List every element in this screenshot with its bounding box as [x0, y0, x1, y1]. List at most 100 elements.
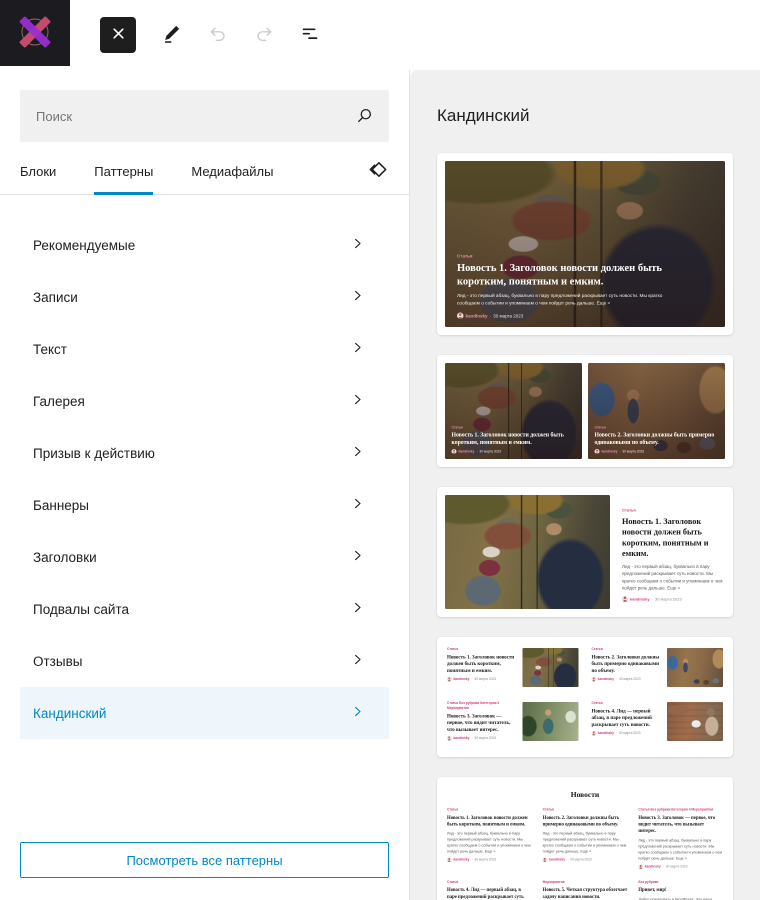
pattern-card-news-grid-images[interactable]: Статья Новость 1. Заголовок новости долж…: [437, 637, 733, 757]
site-logo-button[interactable]: [0, 0, 70, 66]
inserter-tabs: Блоки Паттерны Медиафайлы: [0, 148, 409, 195]
redo-icon: [253, 23, 275, 48]
sidebar-item-call-to-action[interactable]: Призыв к действию: [20, 427, 389, 479]
post-title: Новость 3. Заголовок — первое, что видит…: [447, 713, 517, 733]
post-byline: kandinsky 30 марта 2023: [595, 449, 721, 454]
list-view-icon: [299, 23, 321, 48]
sidebar-item-footers[interactable]: Подвалы сайта: [20, 583, 389, 635]
author-name: kandinsky: [645, 865, 661, 869]
sidebar-item-banners[interactable]: Баннеры: [20, 479, 389, 531]
undo-button[interactable]: [198, 15, 238, 55]
view-all-patterns-button[interactable]: Посмотреть все паттерны: [20, 842, 389, 878]
tab-patterns[interactable]: Паттерны: [94, 148, 153, 194]
pencil-icon: [161, 23, 183, 48]
openverse-icon: [366, 158, 389, 184]
news-item: Без рубрики Привет, мир! Добро пожаловат…: [638, 880, 723, 900]
news-item: Статья Без рубрики Категория 4 Мероприят…: [447, 701, 579, 747]
post-category: Статья Без рубрики Категория 4 Мероприят…: [638, 808, 723, 813]
post-category: Без рубрики: [638, 880, 723, 885]
redo-button[interactable]: [244, 15, 284, 55]
list-view-button[interactable]: [290, 15, 330, 55]
news-section-heading: Новости: [447, 791, 723, 800]
chevron-right-icon: [350, 236, 365, 254]
post-lead: Лид - это первый абзац, буквально в пару…: [638, 838, 723, 862]
tab-openverse[interactable]: [366, 148, 389, 194]
kandinsky-logo-icon: [9, 7, 61, 60]
post-date: 30 марта 2023: [663, 865, 688, 869]
close-inserter-button[interactable]: [100, 17, 136, 53]
post-title: Новость 3. Заголовок — первое, что видит…: [638, 815, 723, 835]
sidebar-item-gallery[interactable]: Галерея: [20, 375, 389, 427]
news-item: Статья Новость 4. Лид — первый абзац, в …: [592, 701, 724, 747]
sidebar-item-kandinsky[interactable]: Кандинский: [20, 687, 389, 739]
office-presentation-photo: Статья Новость 2. Заголовки должны быть …: [588, 363, 725, 459]
pattern-card-two-heroes[interactable]: Статья Новость 1. Заголовок новости долж…: [437, 355, 733, 467]
pattern-card-hero-large[interactable]: Статья Новость 1. Заголовок новости долж…: [437, 153, 733, 335]
search-input[interactable]: [20, 90, 389, 142]
sidebar-item-headers[interactable]: Заголовки: [20, 531, 389, 583]
author-avatar: [622, 597, 628, 603]
post-date: 30 марта 2023: [567, 859, 592, 863]
category-label: Галерея: [33, 394, 85, 409]
author-name: kandinsky: [454, 678, 470, 682]
preview-category-title: Кандинский: [437, 106, 733, 126]
pattern-card-media-text[interactable]: Статья Новость 1. Заголовок новости долж…: [437, 487, 733, 617]
post-title: Новость 1. Заголовок новости должен быть…: [452, 432, 578, 447]
post-byline: kandinsky 30 марта 2023: [452, 449, 578, 454]
author-avatar: [638, 865, 643, 870]
author-avatar: [543, 858, 548, 863]
inserter-sidebar: Блоки Паттерны Медиафайлы Рекомендуемые …: [0, 70, 410, 900]
tab-media[interactable]: Медиафайлы: [191, 148, 273, 194]
pattern-card-news-grid-text[interactable]: Новости Статья Новость 1. Заголовок ново…: [437, 777, 733, 900]
post-category: Статья: [592, 701, 662, 706]
sidebar-item-recommended[interactable]: Рекомендуемые: [20, 219, 389, 271]
post-byline: kandinsky 30 марта 2023: [457, 313, 685, 320]
post-title: Новость 2. Заголовки должны быть примерн…: [595, 432, 721, 447]
news-item: Статья Новость 2. Заголовки должны быть …: [592, 647, 724, 693]
sidebar-item-text[interactable]: Текст: [20, 323, 389, 375]
post-lead: Лид - это первый абзац, буквально в пару…: [447, 831, 532, 855]
post-lead: Лид - это первый абзац, буквально в пару…: [457, 292, 685, 308]
pattern-preview-panel: Кандинский Статья Новость 1. Заголовок н…: [410, 70, 760, 900]
post-category: Статья Без рубрики Категория 4 Мероприят…: [447, 701, 517, 711]
post-byline: kandinsky 30 марта 2023: [592, 678, 662, 683]
author-name: kandinsky: [459, 450, 475, 454]
author-name: kandinsky: [466, 314, 488, 319]
post-category: Статья: [447, 808, 532, 813]
author-name: kandinsky: [630, 597, 650, 602]
post-date: 30 марта 2023: [490, 314, 524, 319]
category-label: Текст: [33, 342, 67, 357]
post-title: Новость 1. Заголовок новости должен быть…: [622, 516, 724, 559]
post-byline: kandinsky 30 марта 2023: [622, 597, 724, 603]
post-date: 30 марта 2023: [476, 450, 501, 454]
edit-mode-button[interactable]: [152, 15, 192, 55]
post-date: 30 марта 2023: [471, 678, 496, 682]
news-item: Статья Новость 1. Заголовок новости долж…: [447, 808, 532, 869]
post-lead: Лид - это первый абзац, буквально в пару…: [622, 563, 724, 592]
elderly-couple-photo: Статья Новость 1. Заголовок новости долж…: [445, 161, 725, 327]
news-item: Мероприятия Новость 5. Четкая структура …: [543, 880, 628, 900]
post-byline: kandinsky 30 марта 2023: [638, 865, 723, 870]
post-title: Новость 1. Заголовок новости должен быть…: [447, 654, 517, 674]
sidebar-item-posts[interactable]: Записи: [20, 271, 389, 323]
post-title: Новость 4. Лид — первый абзац, в паре пр…: [447, 888, 532, 900]
post-title: Новость 4. Лид — первый абзац, в паре пр…: [592, 708, 662, 728]
chevron-right-icon: [350, 444, 365, 462]
category-label: Отзывы: [33, 654, 82, 669]
post-date: 30 марта 2023: [616, 678, 641, 682]
post-date: 30 марта 2023: [616, 732, 641, 736]
post-category: Статья: [447, 647, 517, 652]
post-date: 30 марта 2023: [471, 859, 496, 863]
tab-blocks[interactable]: Блоки: [20, 148, 56, 194]
author-avatar: [447, 858, 452, 863]
post-title: Новость 5. Четкая структура облегчает за…: [543, 888, 628, 900]
search-box: [20, 90, 389, 142]
chevron-right-icon: [350, 548, 365, 566]
news-item: Статья Без рубрики Категория 4 Мероприят…: [638, 808, 723, 869]
elderly-couple-photo: [523, 648, 579, 687]
sidebar-item-testimonials[interactable]: Отзывы: [20, 635, 389, 687]
post-category: Статья: [622, 508, 724, 513]
chevron-right-icon: [350, 340, 365, 358]
chevron-right-icon: [350, 704, 365, 722]
undo-icon: [207, 23, 229, 48]
